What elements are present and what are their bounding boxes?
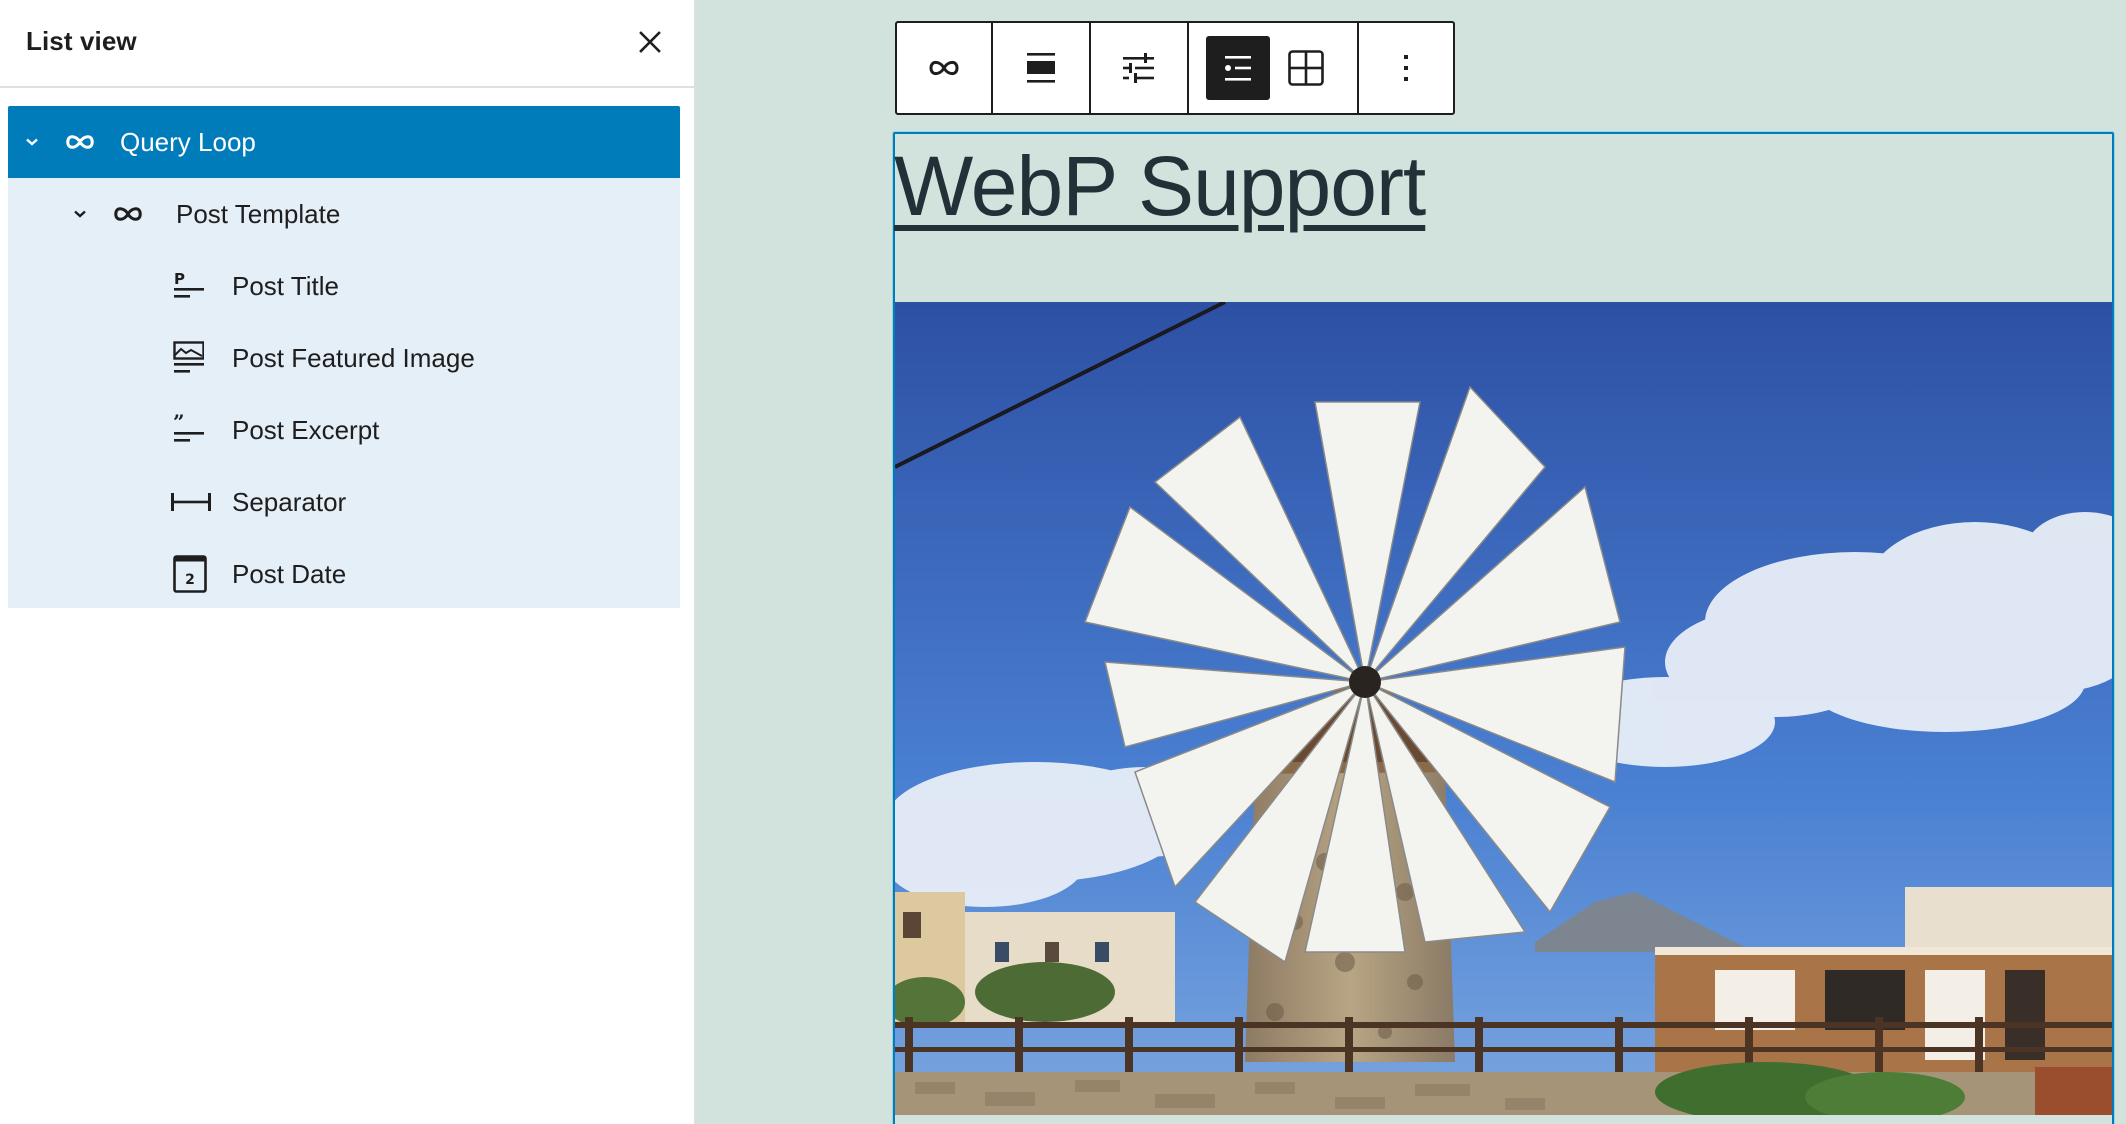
active-indicator: [1206, 36, 1270, 100]
block-toolbar: [895, 21, 1455, 115]
svg-text:2: 2: [185, 572, 195, 588]
tree-item-post-date[interactable]: 2 Post Date: [8, 538, 680, 610]
align-wide-icon: [1027, 53, 1055, 83]
toolbar-group-settings: [1091, 23, 1189, 113]
post-title-icon: P: [172, 270, 204, 302]
display-settings-button[interactable]: [1091, 23, 1187, 113]
tree-item-label: Post Excerpt: [232, 415, 380, 445]
tree-item-query-loop[interactable]: Query Loop: [8, 106, 680, 178]
tree-item-label: Query Loop: [120, 127, 256, 157]
tree-item-label: Post Featured Image: [232, 343, 475, 373]
post-featured-image-icon: [172, 341, 204, 374]
separator-icon: [170, 486, 212, 518]
toolbar-group-align: [993, 23, 1091, 113]
block-type-button[interactable]: [897, 23, 991, 113]
loop-icon: [929, 60, 959, 76]
loop-icon: [112, 198, 144, 230]
toolbar-group-layout: [1189, 23, 1359, 113]
calendar-icon: 2: [172, 554, 208, 594]
tree-item-label: Post Date: [232, 559, 347, 589]
list-view-layout-button[interactable]: [1189, 23, 1287, 113]
sidebar-title: List view: [26, 26, 137, 56]
close-button[interactable]: [632, 24, 668, 60]
post-excerpt-icon: ”: [172, 414, 204, 446]
svg-text:P: P: [174, 270, 185, 288]
list-layout-icon: [1225, 56, 1251, 81]
tree-item-label: Post Title: [232, 271, 339, 301]
post-featured-image[interactable]: [895, 302, 2112, 1115]
toolbar-group-more: [1359, 23, 1453, 113]
tree-item-post-featured-image[interactable]: Post Featured Image: [8, 322, 680, 394]
tree-item-post-template[interactable]: Post Template: [8, 178, 680, 250]
post-title-link[interactable]: WebP Support: [894, 138, 1426, 235]
loop-icon: [64, 126, 96, 158]
tree-item-label: Separator: [232, 487, 347, 517]
tree-item-post-title[interactable]: P Post Title: [8, 250, 680, 322]
grid-view-layout-button[interactable]: [1287, 23, 1357, 113]
block-tree: Query Loop Post Template P Post Title Po…: [8, 106, 680, 608]
tree-item-label: Post Template: [176, 199, 341, 229]
grid-layout-icon: [1288, 50, 1324, 86]
align-button[interactable]: [993, 23, 1089, 113]
toolbar-group-block-type: [897, 23, 993, 113]
more-vertical-icon: [1404, 55, 1408, 81]
list-view-sidebar: List view Query Loop Post Template P Pos…: [0, 0, 695, 1124]
svg-text:”: ”: [173, 414, 185, 434]
close-icon: [639, 31, 661, 53]
tree-item-post-excerpt[interactable]: ” Post Excerpt: [8, 394, 680, 466]
sliders-icon: [1123, 53, 1154, 83]
tree-item-separator[interactable]: Separator: [8, 466, 680, 538]
chevron-down-icon[interactable]: [68, 202, 92, 226]
more-options-button[interactable]: [1359, 23, 1453, 113]
windmill-photo: [895, 302, 2112, 1115]
sidebar-header: List view: [0, 0, 695, 88]
chevron-down-icon[interactable]: [20, 130, 44, 154]
